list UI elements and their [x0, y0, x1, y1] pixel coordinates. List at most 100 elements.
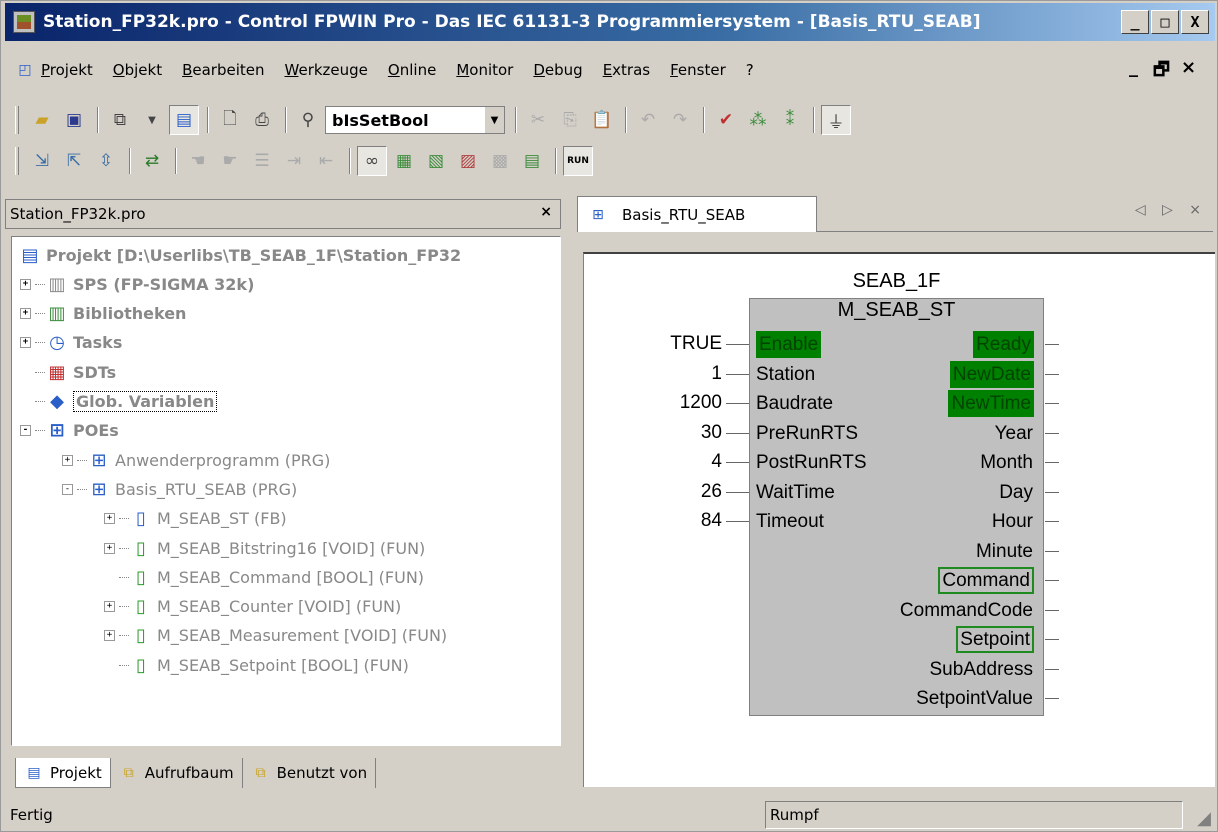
input-pin[interactable]: Timeout — [756, 508, 824, 535]
print-preview-icon[interactable]: 🗋 — [215, 105, 245, 135]
rebuild-icon[interactable]: ⁑ — [775, 105, 805, 135]
compile-icon[interactable]: ⧉ — [105, 105, 135, 135]
tree-item[interactable]: ▤ Projekt [D:\Userlibs\TB_SEAB_1F\Station… — [20, 241, 461, 269]
tree-item[interactable]: + ▥ Bibliotheken — [20, 300, 186, 328]
input-value[interactable]: 4 — [612, 448, 722, 475]
app-icon[interactable] — [13, 11, 35, 33]
fbd-canvas[interactable]: SEAB_1F M_SEAB_ST Enable Station Baudrate P… — [583, 252, 1215, 787]
project-navigator-icon[interactable]: ▤ — [169, 105, 199, 135]
transfer-icon[interactable]: ⇄ — [137, 146, 167, 176]
input-value[interactable]: 30 — [612, 419, 722, 446]
close-button[interactable]: X — [1181, 10, 1209, 34]
monitor-chart-icon[interactable]: ▤ — [517, 146, 547, 176]
mdi-restore-button[interactable]: 🗗 — [1153, 57, 1170, 87]
output-pin[interactable]: Setpoint — [956, 626, 1034, 653]
resize-grip-icon[interactable]: ◢ — [1183, 801, 1211, 829]
tree-item[interactable]: + ▯ M_SEAB_Counter [VOID] (FUN) — [104, 593, 401, 621]
tree-item[interactable]: ▯ M_SEAB_Command [BOOL] (FUN) — [104, 563, 424, 591]
expand-icon[interactable]: + — [62, 454, 73, 466]
input-value[interactable]: 1200 — [612, 389, 722, 416]
navigator-close-button[interactable]: × — [540, 204, 552, 220]
output-pin[interactable]: Day — [999, 479, 1033, 506]
output-pin[interactable]: Command — [938, 567, 1034, 594]
menu-debug[interactable]: Debug — [533, 61, 582, 79]
input-pin[interactable]: Enable — [756, 331, 822, 358]
monitor-list-icon[interactable]: ▦ — [389, 146, 419, 176]
check-icon[interactable]: ✔ — [711, 105, 741, 135]
input-pin[interactable]: Baudrate — [756, 390, 833, 417]
toolbar-grip[interactable] — [15, 147, 19, 175]
input-pin[interactable]: WaitTime — [756, 479, 835, 506]
tree-item[interactable]: - ⊞ POEs — [20, 417, 119, 445]
input-pin[interactable]: PostRunRTS — [756, 449, 867, 476]
chevron-down-icon[interactable]: ▼ — [484, 107, 504, 133]
monitor-table-icon[interactable]: ▩ — [485, 146, 515, 176]
tab-aufrufbaum[interactable]: ⧉ Aufrufbaum — [111, 758, 243, 788]
function-block[interactable]: M_SEAB_ST Enable Station Baudrate PreRunRTS… — [749, 298, 1044, 716]
collapse-icon[interactable]: - — [62, 483, 73, 495]
tab-projekt[interactable]: ▤ Projekt — [15, 758, 111, 788]
step-into-icon[interactable]: ⇱ — [59, 146, 89, 176]
tree-item[interactable]: ◆ Glob. Variablen — [20, 388, 218, 416]
title-bar[interactable]: Station_FP32k.pro - Control FPWIN Pro - … — [5, 3, 1215, 41]
fb-instance-name[interactable]: SEAB_1F — [749, 270, 1044, 293]
menu-online[interactable]: Online — [388, 61, 436, 79]
copy-icon[interactable]: ⎘ — [555, 105, 585, 135]
tab-basis-rtu-seab[interactable]: ⊞ Basis_RTU_SEAB — [577, 196, 817, 232]
dropdown-arrow-icon[interactable]: ▼ — [137, 105, 167, 135]
output-pin[interactable]: Ready — [973, 331, 1034, 358]
monitor-watch-icon[interactable]: ▧ — [421, 146, 451, 176]
input-value[interactable]: 84 — [612, 507, 722, 534]
tree-item[interactable]: + ◷ Tasks — [20, 329, 122, 357]
branch-in-icon[interactable]: ⇥ — [279, 146, 309, 176]
undo-icon[interactable]: ↶ — [633, 105, 663, 135]
output-pin[interactable]: NewDate — [949, 360, 1034, 388]
tree-item[interactable]: ▦ SDTs — [20, 358, 116, 386]
output-pin[interactable]: NewTime — [948, 390, 1034, 417]
toolbar-grip[interactable] — [15, 106, 19, 134]
print-icon[interactable]: ⎙ — [247, 105, 277, 135]
step-icon[interactable]: ⇲ — [27, 146, 57, 176]
input-value[interactable]: 1 — [612, 360, 722, 387]
list-icon[interactable]: ☰ — [247, 146, 277, 176]
mdi-minimize-button[interactable]: _ — [1129, 57, 1138, 78]
output-pin[interactable]: Hour — [992, 508, 1033, 535]
expand-icon[interactable]: + — [20, 337, 31, 349]
menu-bearbeiten[interactable]: Bearbeiten — [182, 61, 264, 79]
menu-werkzeuge[interactable]: Werkzeuge — [285, 61, 368, 79]
save-icon[interactable]: ▣ — [59, 105, 89, 135]
monitor-graph-icon[interactable]: ▨ — [453, 146, 483, 176]
menu-monitor[interactable]: Monitor — [456, 61, 513, 79]
monitor-glasses-icon[interactable]: ∞ — [357, 146, 387, 176]
output-pin[interactable]: Month — [980, 449, 1033, 476]
tree-item[interactable]: + ▥ SPS (FP-SIGMA 32k) — [20, 270, 254, 298]
online-icon[interactable]: ⏚ — [821, 105, 851, 135]
redo-icon[interactable]: ↷ — [665, 105, 695, 135]
menu-help[interactable]: ? — [746, 61, 754, 79]
expand-icon[interactable]: + — [104, 513, 115, 525]
input-pin[interactable]: PreRunRTS — [756, 420, 858, 447]
tab-benutzt-von[interactable]: ⧉ Benutzt von — [243, 758, 377, 788]
tree-item[interactable]: + ▯ M_SEAB_Bitstring16 [VOID] (FUN) — [104, 534, 425, 562]
tree-item[interactable]: + ⊞ Anwenderprogramm (PRG) — [62, 446, 330, 474]
build-icon[interactable]: ⁂ — [743, 105, 773, 135]
collapse-icon[interactable]: - — [20, 425, 31, 437]
binoculars-icon[interactable]: ⚲ — [293, 105, 323, 135]
menu-objekt[interactable]: Objekt — [113, 61, 162, 79]
input-value[interactable]: TRUE — [612, 330, 722, 357]
tab-navigation[interactable]: ◁ ▷ × — [1135, 202, 1207, 218]
hand-all-icon[interactable]: ☛ — [215, 146, 245, 176]
mdi-close-button[interactable]: × — [1181, 57, 1196, 78]
input-pin[interactable]: Station — [756, 361, 815, 388]
minimize-button[interactable]: _ — [1121, 10, 1149, 34]
cut-icon[interactable]: ✂ — [523, 105, 553, 135]
menu-fenster[interactable]: Fenster — [670, 61, 726, 79]
expand-icon[interactable]: + — [20, 308, 31, 320]
tree-item[interactable]: + ▯ M_SEAB_Measurement [VOID] (FUN) — [104, 622, 447, 650]
input-value[interactable]: 26 — [612, 478, 722, 505]
output-pin[interactable]: Year — [995, 420, 1033, 447]
tree-item[interactable]: ▯ M_SEAB_Setpoint [BOOL] (FUN) — [104, 651, 409, 679]
find-combo[interactable]: bIsSetBool ▼ — [325, 106, 505, 134]
expand-icon[interactable]: + — [20, 278, 31, 290]
hand-icon[interactable]: ☚ — [183, 146, 213, 176]
